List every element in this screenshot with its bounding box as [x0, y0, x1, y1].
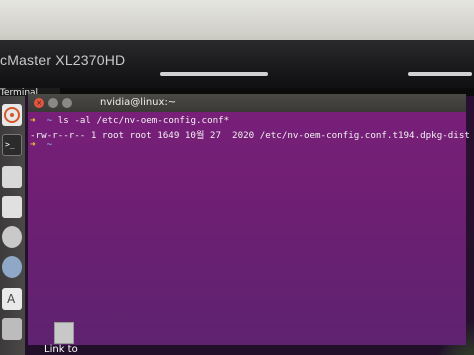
files-app-icon[interactable] [2, 166, 22, 188]
launcher: >_ A [0, 96, 25, 355]
minimize-window-button[interactable] [48, 98, 58, 108]
command-text: ls -al /etc/nv-oem-config.conf* [57, 115, 230, 126]
terminal-titlebar[interactable]: × nvidia@linux:~ [28, 94, 466, 112]
terminal-line-output: -rw-r--r-- 1 root root 1649 10월 27 2020 … [30, 130, 470, 141]
svg-text:>_: >_ [5, 140, 15, 149]
bezel-glare [160, 72, 268, 76]
monitor-brand-label: cMaster XL2370HD [0, 52, 126, 68]
close-window-button[interactable]: × [34, 98, 44, 108]
bezel-glare [408, 72, 472, 76]
ubuntu-dash-icon[interactable] [2, 104, 22, 126]
terminal-line-command: ➜ ~ ls -al /etc/nv-oem-config.conf* [30, 115, 229, 126]
maximize-window-button[interactable] [62, 98, 72, 108]
prompt-path: ~ [46, 139, 53, 150]
camera-icon[interactable] [2, 226, 22, 248]
svg-text:A: A [7, 292, 16, 306]
desktop-file-icon[interactable] [54, 322, 74, 344]
prompt-path: ~ [46, 115, 53, 126]
drive-icon[interactable] [2, 196, 22, 218]
software-center-icon[interactable]: A [2, 288, 22, 310]
terminal-title: nvidia@linux:~ [100, 97, 177, 108]
desktop-file-label[interactable]: Link to [44, 344, 78, 355]
prompt-arrow-icon: ➜ [30, 115, 36, 126]
terminal-line-prompt[interactable]: ➜ ~ [30, 139, 58, 150]
prompt-arrow-icon: ➜ [30, 139, 36, 150]
terminal-app-icon[interactable]: >_ [2, 134, 22, 156]
settings-icon[interactable] [2, 318, 22, 340]
browser-icon[interactable] [2, 256, 22, 278]
